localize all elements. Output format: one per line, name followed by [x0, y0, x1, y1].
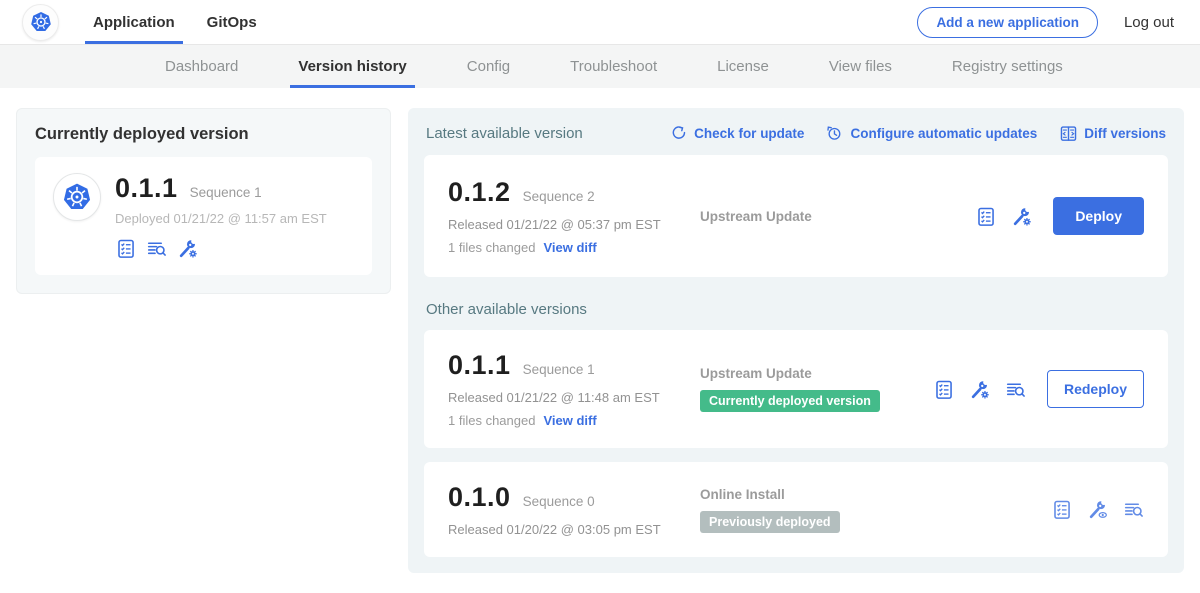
app-subnav: Dashboard Version history Config Trouble…	[0, 45, 1200, 88]
tab-registry-settings[interactable]: Registry settings	[922, 45, 1093, 88]
version-number: 0.1.1	[448, 350, 511, 381]
version-history-panel: Latest available version Check for updat…	[408, 108, 1184, 573]
deployed-version-number: 0.1.1	[115, 173, 178, 204]
diff-versions-link[interactable]: Diff versions	[1059, 124, 1166, 143]
released-timestamp: Released 01/21/22 @ 05:37 pm EST	[448, 217, 700, 232]
tab-application[interactable]: Application	[77, 0, 191, 44]
released-timestamp: Released 01/20/22 @ 03:05 pm EST	[448, 522, 700, 537]
version-source-label: Upstream Update	[700, 209, 975, 224]
version-source-label: Upstream Update	[700, 366, 933, 381]
latest-available-title: Latest available version	[426, 125, 583, 142]
sequence-label: Sequence 0	[523, 494, 595, 509]
deployed-timestamp: Deployed 01/21/22 @ 11:57 am EST	[115, 211, 327, 226]
tab-gitops[interactable]: GitOps	[191, 0, 273, 44]
other-available-title: Other available versions	[426, 301, 1166, 318]
tab-version-history[interactable]: Version history	[268, 45, 436, 88]
deployed-version-card: 0.1.1 Sequence 1 Deployed 01/21/22 @ 11:…	[35, 157, 372, 275]
checklist-icon[interactable]	[115, 238, 136, 259]
config-wrench-gear-icon[interactable]	[177, 238, 198, 259]
release-notes-icon[interactable]	[146, 238, 167, 259]
version-number: 0.1.2	[448, 177, 511, 208]
checklist-icon[interactable]	[1051, 499, 1072, 520]
checklist-icon[interactable]	[933, 379, 954, 400]
view-diff-link[interactable]: View diff	[543, 413, 596, 428]
diff-versions-label: Diff versions	[1084, 126, 1166, 141]
version-row: 0.1.2 Sequence 2 Released 01/21/22 @ 05:…	[424, 155, 1168, 277]
configure-automatic-updates-link[interactable]: Configure automatic updates	[826, 125, 1037, 143]
sequence-label: Sequence 1	[523, 362, 595, 377]
check-for-update-label: Check for update	[694, 126, 804, 141]
schedule-update-icon	[826, 125, 844, 143]
files-changed-label: 1 files changed	[448, 240, 535, 255]
add-new-application-button[interactable]: Add a new application	[917, 7, 1098, 38]
tab-troubleshoot[interactable]: Troubleshoot	[540, 45, 687, 88]
tab-license[interactable]: License	[687, 45, 799, 88]
deployed-sequence-label: Sequence 1	[190, 185, 262, 200]
kubernetes-logo-icon	[22, 4, 59, 41]
refresh-icon	[670, 125, 688, 143]
logout-button[interactable]: Log out	[1124, 14, 1174, 31]
tab-dashboard[interactable]: Dashboard	[135, 45, 268, 88]
config-wrench-gear-icon[interactable]	[1011, 206, 1032, 227]
kubernetes-app-icon	[53, 173, 101, 221]
redeploy-button[interactable]: Redeploy	[1047, 370, 1144, 408]
app-header: Application GitOps Add a new application…	[0, 0, 1200, 45]
currently-deployed-card: Currently deployed version 0.1.1 Sequenc…	[16, 108, 391, 294]
version-source-label: Online Install	[700, 487, 1051, 502]
main-content: Currently deployed version 0.1.1 Sequenc…	[0, 88, 1200, 593]
checklist-icon[interactable]	[975, 206, 996, 227]
check-for-update-link[interactable]: Check for update	[670, 125, 804, 143]
config-wrench-gear-icon[interactable]	[969, 379, 990, 400]
version-number: 0.1.0	[448, 482, 511, 513]
config-wrench-eye-icon[interactable]	[1087, 499, 1108, 520]
deploy-button[interactable]: Deploy	[1053, 197, 1144, 235]
released-timestamp: Released 01/21/22 @ 11:48 am EST	[448, 390, 700, 405]
configure-automatic-updates-label: Configure automatic updates	[850, 126, 1037, 141]
view-diff-link[interactable]: View diff	[543, 240, 596, 255]
tab-view-files[interactable]: View files	[799, 45, 922, 88]
files-changed-label: 1 files changed	[448, 413, 535, 428]
diff-table-icon	[1059, 124, 1078, 143]
tab-config[interactable]: Config	[437, 45, 540, 88]
currently-deployed-badge: Currently deployed version	[700, 390, 880, 412]
release-notes-icon[interactable]	[1123, 499, 1144, 520]
app-logo	[22, 0, 59, 44]
sequence-label: Sequence 2	[523, 189, 595, 204]
header-tabs: Application GitOps	[77, 0, 273, 44]
release-notes-icon[interactable]	[1005, 379, 1026, 400]
previously-deployed-badge: Previously deployed	[700, 511, 840, 533]
version-row: 0.1.0 Sequence 0 Released 01/20/22 @ 03:…	[424, 462, 1168, 557]
currently-deployed-title: Currently deployed version	[35, 125, 372, 144]
version-row: 0.1.1 Sequence 1 Released 01/21/22 @ 11:…	[424, 330, 1168, 448]
